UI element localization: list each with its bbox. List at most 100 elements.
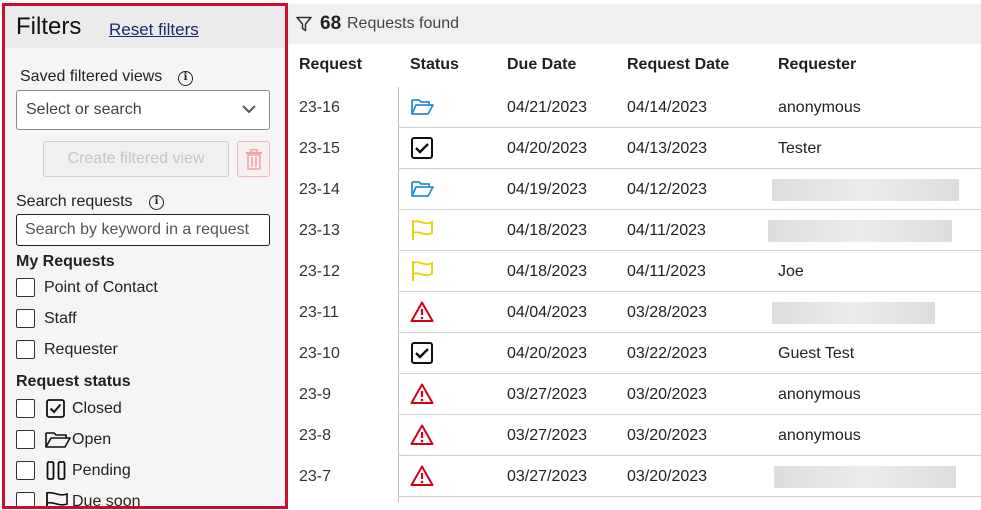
due-date: 03/27/2023: [507, 468, 588, 485]
results-count: 68: [320, 13, 342, 34]
results-found-label: Requests found: [347, 15, 460, 32]
filters-panel: Filters Reset filters Saved filtered vie…: [2, 3, 288, 509]
request-date: 03/22/2023: [627, 345, 708, 362]
request-date: 04/12/2023: [627, 181, 708, 198]
table-row[interactable]: 23-13 04/18/2023 04/11/2023: [288, 210, 981, 251]
table-row[interactable]: 23-10 04/20/2023 03/22/2023 Guest Test: [288, 333, 981, 374]
filters-body: Saved filtered views i Select or search …: [5, 48, 285, 509]
requester-name: anonymous: [778, 427, 861, 444]
info-icon[interactable]: i: [178, 71, 193, 86]
flag-icon: [46, 491, 68, 506]
table-row[interactable]: 23-12 04/18/2023 04/11/2023 Joe: [288, 251, 981, 292]
requester-checkbox[interactable]: [16, 340, 35, 359]
trash-icon: [246, 149, 262, 170]
open-label: Open: [72, 431, 112, 448]
due-date: 03/27/2023: [507, 386, 588, 403]
requester-name: Guest Test: [778, 345, 855, 362]
results-summary-bar: 68 Requests found: [288, 4, 981, 44]
request-date: 03/20/2023: [627, 427, 708, 444]
table-row[interactable]: 23-11 04/04/2023 03/28/2023: [288, 292, 981, 333]
due-date: 04/18/2023: [507, 263, 588, 280]
flag-icon: [412, 220, 433, 240]
request-id[interactable]: 23-8: [299, 427, 331, 445]
staff-checkbox[interactable]: [16, 309, 35, 328]
request-id[interactable]: 23-7: [299, 468, 331, 486]
table-row[interactable]: 23-16 04/21/2023 04/14/2023 anonymous: [288, 87, 981, 128]
request-status-heading: Request status: [16, 373, 131, 390]
redacted-requester: [774, 466, 956, 488]
pending-checkbox[interactable]: [16, 461, 35, 480]
filters-header: Filters Reset filters: [5, 6, 285, 46]
folder-open-icon: [45, 432, 71, 448]
pending-label: Pending: [72, 462, 131, 479]
column-header-request[interactable]: Request: [299, 56, 362, 74]
checkbox-checked-icon: [411, 342, 433, 364]
open-checkbox[interactable]: [16, 430, 35, 449]
reset-filters-link[interactable]: Reset filters: [109, 20, 199, 40]
search-placeholder: Search by keyword in a request: [25, 221, 250, 238]
request-date: 04/14/2023: [627, 99, 708, 116]
chevron-down-icon: [242, 105, 256, 114]
table-row[interactable]: 23-15 04/20/2023 04/13/2023 Tester: [288, 128, 981, 169]
closed-checkbox[interactable]: [16, 399, 35, 418]
requester-name: anonymous: [778, 99, 861, 116]
due-date: 04/21/2023: [507, 99, 588, 116]
due-soon-label: Due soon: [72, 493, 141, 509]
redacted-requester: [772, 179, 959, 201]
table-row[interactable]: 23-9 03/27/2023 03/20/2023 anonymous: [288, 374, 981, 415]
due-date: 04/18/2023: [507, 222, 588, 239]
flag-icon: [412, 261, 433, 281]
request-id[interactable]: 23-11: [299, 304, 339, 322]
request-date: 04/11/2023: [627, 263, 706, 280]
request-date: 04/13/2023: [627, 140, 708, 157]
saved-views-select[interactable]: Select or search: [16, 90, 270, 130]
checkbox-checked-icon: [411, 137, 433, 159]
request-date: 04/11/2023: [627, 222, 706, 239]
warning-icon: [410, 465, 434, 486]
column-header-request-date[interactable]: Request Date: [627, 56, 729, 74]
pause-icon: [46, 461, 66, 480]
requester-name: Tester: [778, 140, 822, 157]
table-row[interactable]: 23-7 03/27/2023 03/20/2023: [288, 456, 981, 497]
info-icon[interactable]: i: [149, 195, 164, 210]
request-id[interactable]: 23-16: [299, 99, 340, 117]
delete-view-button[interactable]: [237, 141, 270, 177]
warning-icon: [410, 424, 434, 445]
column-header-due-date[interactable]: Due Date: [507, 56, 576, 74]
request-date: 03/20/2023: [627, 386, 708, 403]
point-of-contact-checkbox[interactable]: [16, 278, 35, 297]
row-divider: [398, 496, 981, 497]
table-row[interactable]: 23-14 04/19/2023 04/12/2023: [288, 169, 981, 210]
request-id[interactable]: 23-12: [299, 263, 340, 281]
due-date: 04/04/2023: [507, 304, 588, 321]
request-id[interactable]: 23-14: [299, 181, 340, 199]
due-date: 04/20/2023: [507, 140, 588, 157]
request-id[interactable]: 23-10: [299, 345, 340, 363]
table-row[interactable]: 23-8 03/27/2023 03/20/2023 anonymous: [288, 415, 981, 456]
requester-label: Requester: [44, 341, 118, 358]
column-header-status[interactable]: Status: [410, 56, 459, 74]
request-date: 03/28/2023: [627, 304, 708, 321]
warning-icon: [410, 301, 434, 322]
request-id[interactable]: 23-15: [299, 140, 340, 158]
saved-views-label: Saved filtered views: [20, 68, 163, 85]
due-date: 03/27/2023: [507, 427, 588, 444]
due-soon-checkbox[interactable]: [16, 492, 35, 506]
request-id[interactable]: 23-13: [299, 222, 340, 240]
requester-name: Joe: [778, 263, 804, 280]
filters-title: Filters: [16, 13, 82, 40]
point-of-contact-label: Point of Contact: [44, 279, 158, 296]
search-input[interactable]: Search by keyword in a request: [16, 214, 270, 246]
column-header-requester[interactable]: Requester: [778, 56, 856, 74]
requester-name: anonymous: [778, 386, 861, 403]
search-requests-label: Search requests: [16, 193, 133, 210]
folder-open-icon: [411, 99, 434, 115]
due-date: 04/20/2023: [507, 345, 588, 362]
request-id[interactable]: 23-9: [299, 386, 331, 404]
redacted-requester: [768, 220, 952, 242]
due-date: 04/19/2023: [507, 181, 588, 198]
folder-open-icon: [411, 181, 434, 197]
staff-label: Staff: [44, 310, 77, 327]
create-filtered-view-button[interactable]: Create filtered view: [43, 141, 229, 177]
saved-views-placeholder: Select or search: [26, 101, 142, 118]
